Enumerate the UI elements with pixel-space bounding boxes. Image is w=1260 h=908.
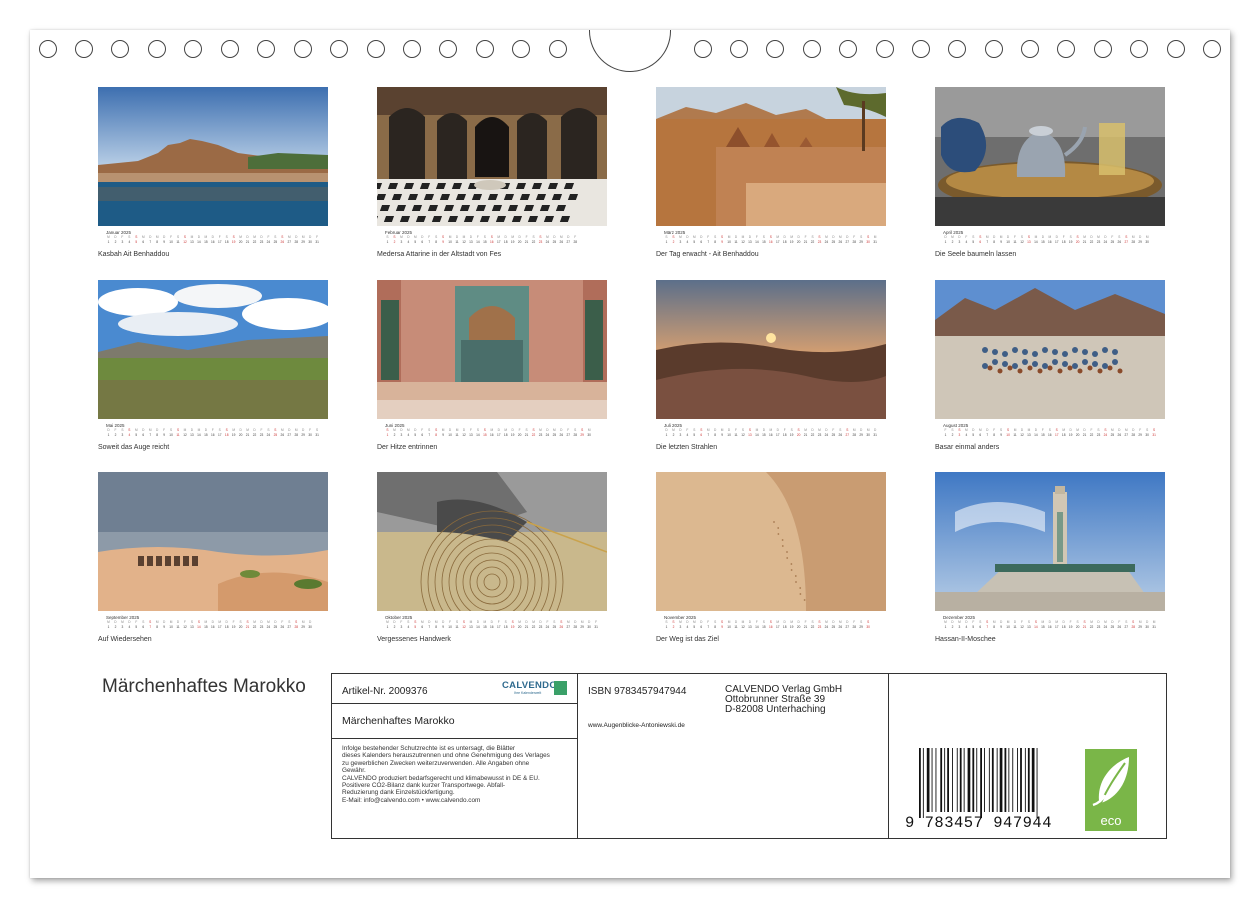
month-caption: Kasbah Ait Benhaddou [98,251,170,258]
binding-hole [1021,40,1039,58]
legal-line: Positivere CO2-Bilanz dank kurzer Transp… [342,782,506,790]
day-strip: MDFSSMDMDFSSMDMDFSSMDMDFSSMDMDF123456789… [107,235,319,244]
month-photo [377,87,607,226]
month-caption: Der Hitze entrinnen [377,444,438,451]
day-strip: MDFSSMDMDFSSMDMDFSSMDMDFSSMDMDF123456789… [386,620,598,629]
month-caption: Soweit das Auge reicht [98,444,170,451]
calvendo-logo: CALVENDO Ihre Kalenderwelt [502,680,570,696]
binding-hole [75,40,93,58]
binding-hole [839,40,857,58]
binding-hole [985,40,1003,58]
month-photo [935,87,1165,226]
month-photo [98,87,328,226]
month-photo [656,280,886,419]
binding-hole [39,40,57,58]
legal-line: E-Mail: info@calvendo.com • www.calvendo… [342,796,481,804]
info-box: Artikel-Nr. 2009376 CALVENDO Ihre Kalend… [331,673,1167,839]
binding-hole [184,40,202,58]
website-link[interactable]: www.Augenblicke-Antoniewski.de [588,722,685,729]
info-title: Märchenhaftes Marokko [342,715,455,727]
binding-hole [367,40,385,58]
month-caption: Auf Wiedersehen [98,636,152,643]
month-photo [656,472,886,611]
day-strip: DFSSMDMDFSSMDMDFSSMDMDFSSMDMDFS123456789… [107,428,319,437]
publisher-address: CALVENDO Verlag GmbH Ottobrunner Straße … [725,684,843,715]
binding-hole [912,40,930,58]
binding-hole [549,40,567,58]
binding-hole [730,40,748,58]
day-strip: DMDFSSMDMDFSSMDMDFSSMDMDFSSMDM1234567891… [944,235,1149,244]
day-strip: SSMDMDFSSMDMDFSSMDMDFSSMDMDFSSM123456789… [665,235,877,244]
month-photo [935,280,1165,419]
legal-line: CALVENDO produziert bedarfsgerecht und k… [342,774,540,782]
binding-hole [148,40,166,58]
binding-hole [948,40,966,58]
calendar-title: Märchenhaftes Marokko [102,676,306,697]
binding-hole [1094,40,1112,58]
month-caption: Basar einmal anders [935,444,1000,451]
eco-badge: eco [1085,749,1137,831]
day-strip: SSMDMDFSSMDMDFSSMDMDFSSMDMDFSS1234567891… [665,620,870,629]
binding-hole [803,40,821,58]
binding-hole [694,40,712,58]
binding-hole [1167,40,1185,58]
binding-hole [330,40,348,58]
binding-hole [221,40,239,58]
month-caption: Die Seele baumeln lassen [935,251,1017,258]
day-strip: MDMDFSSMDMDFSSMDMDFSSMDMDFSSMDM123456789… [944,620,1156,629]
binding-hole [439,40,457,58]
binding-hole [1203,40,1221,58]
month-caption: Der Weg ist das Ziel [656,636,719,643]
article-number: Artikel-Nr. 2009376 [342,686,428,697]
month-photo [377,280,607,419]
month-caption: Der Tag erwacht - Ait Benhaddou [656,251,759,258]
binding-hole [294,40,312,58]
legal-line: zu gewerblichen Zwecken weiterzuverwende… [342,759,530,767]
binding-hole [512,40,530,58]
legal-line: Infolge bestehender Schutzrechte ist es … [342,745,516,752]
binding-hole [476,40,494,58]
month-caption: Medersa Attarine in der Altstadt von Fes [377,251,502,258]
month-caption: Vergessenes Handwerk [377,636,451,643]
month-photo [656,87,886,226]
binding-hole [1057,40,1075,58]
month-photo [98,280,328,419]
day-strip: DMDFSSMDMDFSSMDMDFSSMDMDFSSMDMD123456789… [665,428,877,437]
svg-text:eco: eco [1101,813,1122,828]
day-strip: SMDMDFSSMDMDFSSMDMDFSSMDMDFSSM1234567891… [386,428,591,437]
legal-notice: Infolge bestehender Schutzrechte ist es … [342,745,578,804]
legal-line: dieses Kalenders herauszutrennen und ohn… [342,752,550,760]
isbn: ISBN 9783457947944 [588,686,687,697]
day-strip: FSSMDMDFSSMDMDFSSMDMDFSSMDMDFSS123456789… [944,428,1156,437]
binding-hole [1130,40,1148,58]
binding-hole [111,40,129,58]
binding-hole [766,40,784,58]
month-photo [98,472,328,611]
binding-hole [257,40,275,58]
barcode-number: 9 783457 947944 [905,814,1053,832]
month-caption: Die letzten Strahlen [656,444,718,451]
month-photo [377,472,607,611]
binding-hole [403,40,421,58]
legal-line: Gewähr. [342,767,366,775]
day-strip: MDMDFSSMDMDFSSMDMDFSSMDMDFSSMD1234567891… [107,620,312,629]
day-strip: S S M D M D F S S M D M D F S S M D M D F S S M D M D F 1 2 3 4 5 6 7 8 9 10 1… [386,235,577,244]
binding-hole [876,40,894,58]
legal-line: Reduzierung dank Einzelstückfertigung. [342,789,455,797]
month-caption: Hassan-II-Moschee [935,636,996,643]
month-photo [935,472,1165,611]
